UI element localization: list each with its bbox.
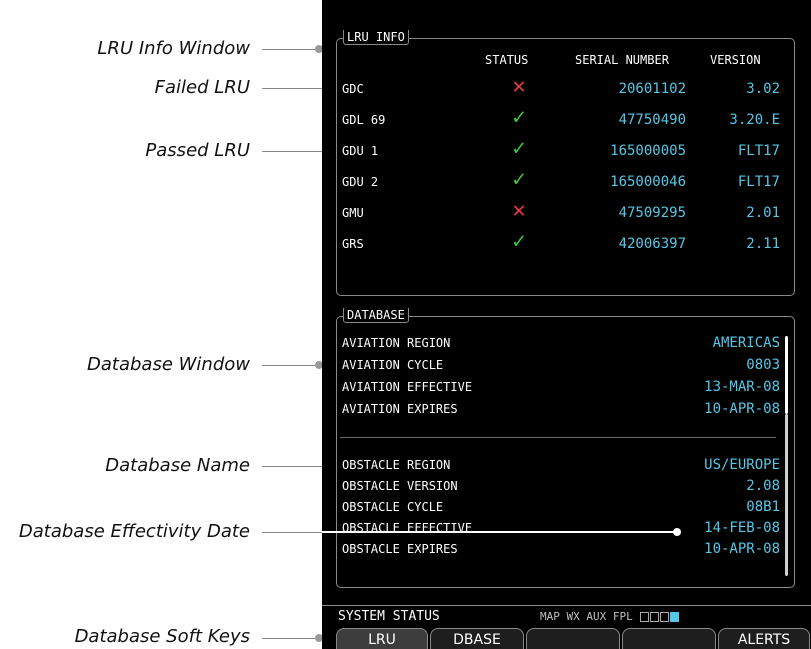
lru-serial-number: 165000005 [610,143,686,159]
callout-database-effectivity-date: Database Effectivity Date [18,521,250,542]
db-label: OBSTACLE VERSION [342,479,458,493]
lru-version-header: VERSION [710,53,761,67]
passed-check-icon: ✓ [512,105,526,130]
db-value: 10-APR-08 [704,541,780,557]
leader-line [262,532,322,533]
callout-database-window: Database Window [87,354,250,375]
lru-serial-header: SERIAL NUMBER [575,53,669,67]
callout-passed-lru: Passed LRU [145,140,250,161]
lru-info-title: LRU INFO [343,30,409,45]
passed-check-icon: ✓ [512,136,526,161]
db-value: AMERICAS [712,335,780,351]
page-indicator-active-icon [670,612,680,622]
db-value: 13-MAR-08 [704,379,780,395]
callout-database-soft-keys: Database Soft Keys [74,626,250,647]
page-indicator-square-icon [640,612,650,622]
lru-name: GDC [342,82,364,96]
page-indicator-square-icon [650,612,660,622]
passed-check-icon: ✓ [512,167,526,192]
leader-line [262,638,318,639]
lru-serial-number: 165000046 [610,174,686,190]
db-value: US/EUROPE [704,457,780,473]
page-name: SYSTEM STATUS [338,609,440,624]
lru-version: 3.02 [746,81,780,97]
lru-name: GDU 1 [342,144,379,158]
lru-serial-number: 47509295 [618,205,686,221]
db-label: OBSTACLE REGION [342,458,451,472]
lru-serial-number: 20601102 [618,81,686,97]
leader-line [262,365,318,366]
db-value: 10-APR-08 [704,401,780,417]
db-label: AVIATION EXPIRES [342,402,458,416]
page-status-bar: SYSTEM STATUS MAP WX AUX FPL [322,605,811,628]
page-indicator-square-icon [660,612,670,622]
database-scrollbar-track [785,414,788,576]
leader-line [322,531,676,533]
softkey-blank-4[interactable] [622,628,716,649]
lru-info-window: LRU INFO STATUS SERIAL NUMBER VERSION [336,30,795,296]
db-label: AVIATION REGION [342,336,451,350]
failed-x-icon: ✕ [512,74,526,99]
softkey-lru[interactable]: LRU [336,628,428,649]
softkey-blank-3[interactable] [526,628,620,649]
database-title: DATABASE [343,308,409,323]
lru-version: FLT17 [737,174,780,190]
failed-x-icon: ✕ [512,198,526,223]
lru-name: GDU 2 [342,175,379,189]
lru-version: FLT17 [737,143,780,159]
softkey-alerts[interactable]: ALERTS [718,628,810,649]
softkey-dbase[interactable]: DBASE [430,628,524,649]
passed-check-icon: ✓ [512,229,526,254]
db-value: 2.08 [746,478,780,494]
callout-lru-info-window: LRU Info Window [97,38,250,59]
leader-line [262,49,318,50]
lru-name: GMU [342,206,364,220]
leader-dot [673,528,681,536]
lru-version: 3.20.E [729,112,780,128]
db-label: OBSTACLE CYCLE [342,500,444,514]
mfd-screen: LRU INFO STATUS SERIAL NUMBER VERSION GD… [322,0,811,649]
lru-serial-number: 47750490 [618,112,686,128]
lru-status-header: STATUS [485,53,529,67]
callout-failed-lru: Failed LRU [154,77,250,98]
page-group-names: MAP WX AUX FPL [540,610,633,623]
database-scrollbar[interactable] [785,336,788,414]
lru-name: GDL 69 [342,113,386,127]
lru-serial-number: 42006397 [618,236,686,252]
database-separator [340,437,776,438]
db-value: 08B1 [746,499,780,515]
page-group-indicator: MAP WX AUX FPL [540,610,680,624]
db-label: AVIATION EFFECTIVE [342,380,473,394]
callout-database-name: Database Name [105,455,250,476]
lru-version: 2.11 [746,236,780,252]
lru-name: GRS [342,237,364,251]
lru-version: 2.01 [746,205,780,221]
db-label: OBSTACLE EXPIRES [342,542,458,556]
db-label: AVIATION CYCLE [342,358,444,372]
db-value: 0803 [746,357,780,373]
